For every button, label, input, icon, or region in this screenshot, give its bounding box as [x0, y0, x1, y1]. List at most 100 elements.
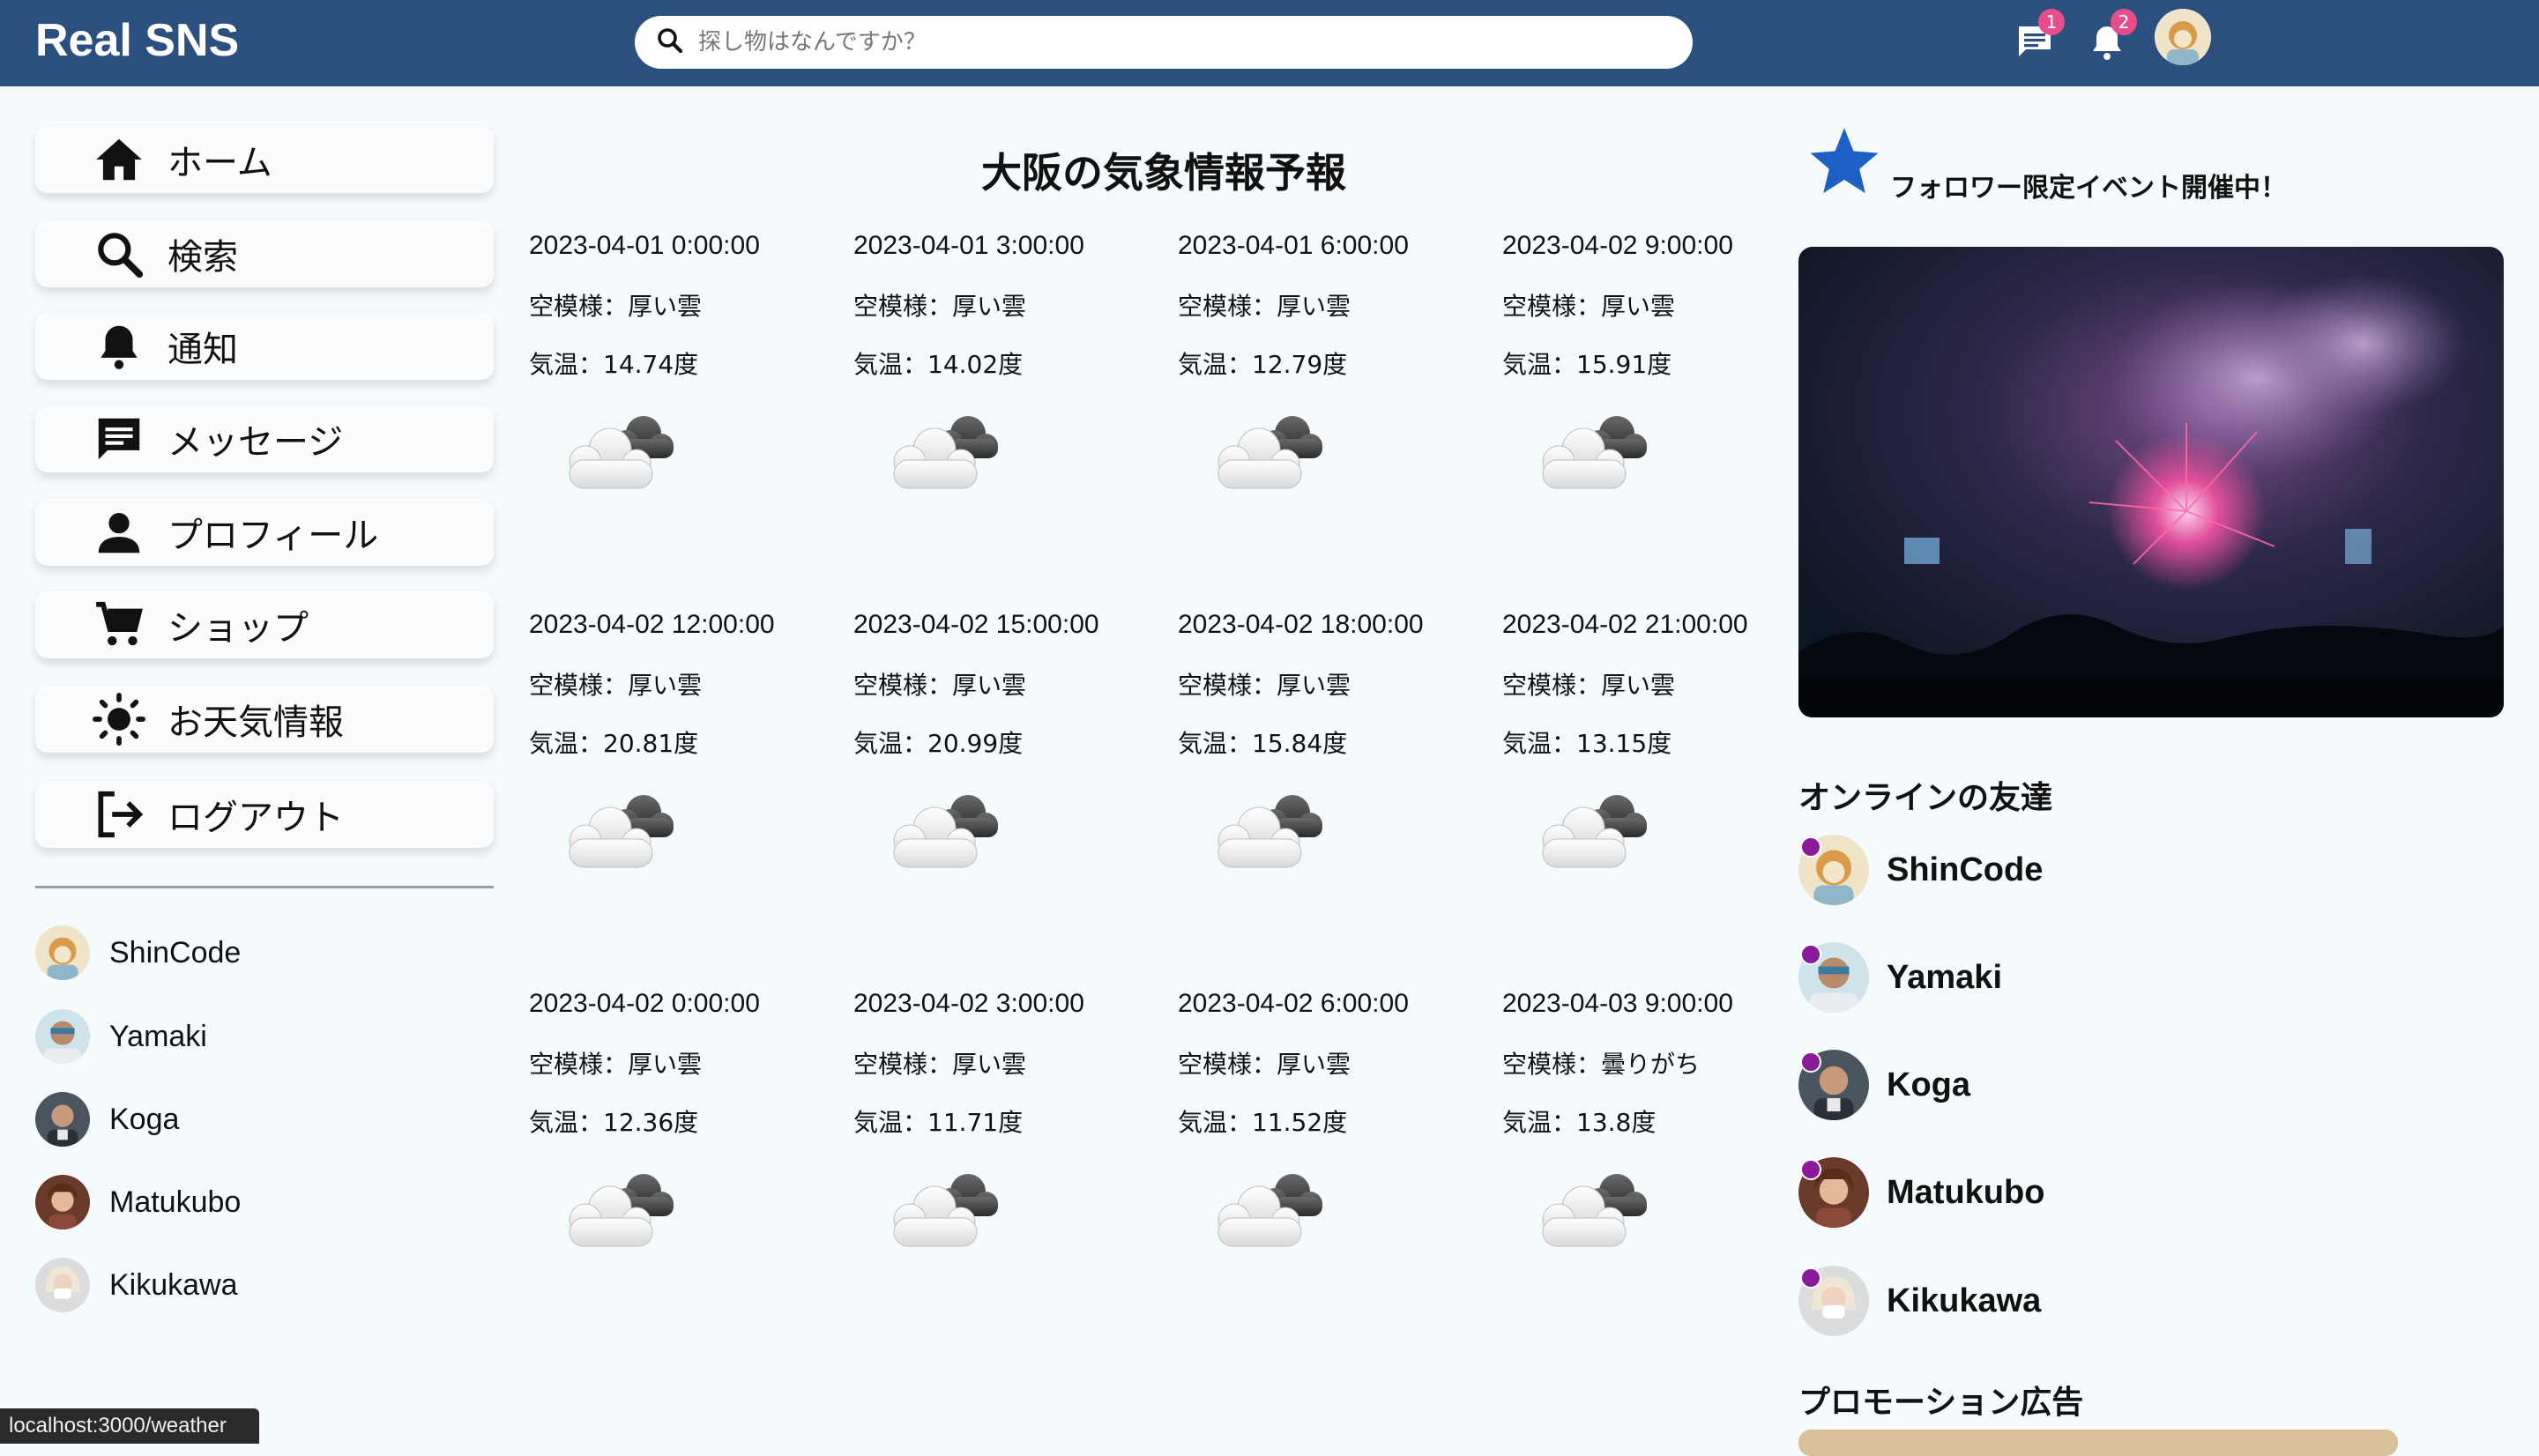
avatar	[35, 1258, 90, 1312]
avatar	[1798, 1157, 1869, 1228]
forecast-condition: 空模様：曇りがち	[1502, 1050, 1701, 1079]
avatar	[1798, 835, 1869, 905]
user-avatar[interactable]	[2155, 9, 2211, 65]
forecast-condition: 空模様：厚い雲	[853, 671, 1027, 700]
event-image[interactable]	[1798, 247, 2504, 717]
weather-card: 2023-04-02 0:00:00 空模様：厚い雲 気温：12.36度	[529, 989, 846, 1341]
weather-card: 2023-04-03 9:00:00 空模様：曇りがち 気温：13.8度	[1502, 989, 1820, 1341]
forecast-temperature: 気温：14.02度	[853, 350, 1024, 379]
cloud-icon	[548, 786, 689, 883]
forecast-temperature: 気温：20.99度	[853, 729, 1024, 758]
forecast-condition: 空模様：厚い雲	[1178, 671, 1351, 700]
forecast-temperature: 気温：11.71度	[853, 1108, 1024, 1137]
sidebar-item-label: プロフィール	[168, 516, 379, 556]
forecast-condition: 空模様：厚い雲	[1178, 1050, 1351, 1079]
forecast-datetime: 2023-04-02 12:00:00	[529, 610, 775, 639]
online-status-dot	[1800, 944, 1821, 965]
cloud-icon	[1522, 786, 1663, 883]
sidebar-item-label: ホーム	[168, 143, 272, 183]
cloud-icon	[548, 407, 689, 504]
forecast-condition: 空模様：厚い雲	[529, 292, 703, 321]
messages-button[interactable]: 1	[2012, 9, 2065, 63]
logout-icon	[90, 785, 148, 843]
cloud-icon	[1197, 1165, 1338, 1262]
avatar	[1798, 1266, 1869, 1336]
friend-item[interactable]: Kikukawa	[35, 1257, 238, 1313]
forecast-datetime: 2023-04-01 3:00:00	[853, 231, 1084, 260]
cloud-icon	[873, 1165, 1014, 1262]
online-friend-item[interactable]: ShinCode	[1798, 835, 2043, 905]
event-text: フォロワー限定イベント開催中！	[1890, 173, 2287, 204]
friend-item[interactable]: Yamaki	[35, 1008, 207, 1065]
weather-card: 2023-04-02 15:00:00 空模様：厚い雲 気温：20.99度	[853, 610, 1171, 962]
weather-card: 2023-04-02 6:00:00 空模様：厚い雲 気温：11.52度	[1178, 989, 1495, 1341]
sidebar-item-notifications[interactable]: 通知	[35, 313, 494, 380]
sidebar-item-shop[interactable]: ショップ	[35, 591, 494, 658]
app-logo[interactable]: Real SNS	[35, 14, 239, 67]
search-bar[interactable]	[635, 16, 1693, 69]
sidebar-divider	[35, 886, 494, 888]
friend-item[interactable]: ShinCode	[35, 925, 241, 981]
star-icon	[1807, 123, 1881, 204]
forecast-temperature: 気温：11.52度	[1178, 1108, 1348, 1137]
cloud-icon	[548, 1165, 689, 1262]
forecast-condition: 空模様：厚い雲	[1178, 292, 1351, 321]
friend-item[interactable]: Matukubo	[35, 1174, 241, 1230]
friend-name: Kikukawa	[109, 1267, 238, 1302]
weather-card: 2023-04-02 18:00:00 空模様：厚い雲 気温：15.84度	[1178, 610, 1495, 962]
search-input[interactable]	[698, 29, 1650, 56]
forecast-condition: 空模様：厚い雲	[529, 671, 703, 700]
sidebar-item-label: 通知	[168, 330, 238, 370]
top-bar: Real SNS 1 2	[0, 0, 2539, 86]
online-friend-name: Yamaki	[1887, 958, 2002, 996]
forecast-datetime: 2023-04-02 9:00:00	[1502, 231, 1733, 260]
forecast-datetime: 2023-04-02 3:00:00	[853, 989, 1084, 1018]
friend-name: Yamaki	[109, 1019, 207, 1053]
cloud-icon	[873, 407, 1014, 504]
notifications-button[interactable]: 2	[2084, 9, 2137, 63]
forecast-datetime: 2023-04-02 21:00:00	[1502, 610, 1748, 639]
forecast-temperature: 気温：15.84度	[1178, 729, 1348, 758]
forecast-condition: 空模様：厚い雲	[853, 1050, 1027, 1079]
sidebar-item-profile[interactable]: プロフィール	[35, 499, 494, 566]
avatar	[1798, 942, 1869, 1013]
forecast-datetime: 2023-04-01 6:00:00	[1178, 231, 1409, 260]
sidebar-item-label: ログアウト	[168, 798, 344, 838]
weather-card: 2023-04-01 6:00:00 空模様：厚い雲 気温：12.79度	[1178, 231, 1495, 583]
avatar	[35, 1009, 90, 1064]
forecast-temperature: 気温：13.8度	[1502, 1108, 1657, 1137]
cart-icon	[90, 596, 148, 654]
chat-icon	[90, 410, 148, 468]
online-friend-item[interactable]: Kikukawa	[1798, 1266, 2041, 1336]
sidebar-item-messages[interactable]: メッセージ	[35, 405, 494, 472]
notification-badge: 2	[2111, 9, 2137, 35]
forecast-temperature: 気温：13.15度	[1502, 729, 1672, 758]
promotion-image[interactable]	[1798, 1430, 2398, 1456]
forecast-datetime: 2023-04-01 0:00:00	[529, 231, 760, 260]
friend-item[interactable]: Koga	[35, 1091, 179, 1148]
forecast-temperature: 気温：15.91度	[1502, 350, 1672, 379]
online-friend-item[interactable]: Koga	[1798, 1050, 1970, 1120]
cloud-icon	[1197, 786, 1338, 883]
cloud-icon	[1522, 1165, 1663, 1262]
online-friend-item[interactable]: Yamaki	[1798, 942, 2002, 1013]
sidebar-item-search[interactable]: 検索	[35, 220, 494, 287]
online-status-dot	[1800, 836, 1821, 858]
weather-card: 2023-04-01 3:00:00 空模様：厚い雲 気温：14.02度	[853, 231, 1171, 583]
weather-card: 2023-04-02 9:00:00 空模様：厚い雲 気温：15.91度	[1502, 231, 1820, 583]
cloud-icon	[873, 786, 1014, 883]
avatar	[35, 1175, 90, 1229]
sidebar-item-label: お天気情報	[168, 702, 344, 743]
sidebar-item-home[interactable]: ホーム	[35, 126, 494, 193]
online-friend-name: Matukubo	[1887, 1173, 2045, 1211]
online-friend-item[interactable]: Matukubo	[1798, 1157, 2044, 1228]
forecast-datetime: 2023-04-02 15:00:00	[853, 610, 1099, 639]
online-friends-title: オンラインの友達	[1798, 780, 2053, 816]
event-banner[interactable]: フォロワー限定イベント開催中！	[1798, 123, 2287, 210]
sidebar-item-logout[interactable]: ログアウト	[35, 781, 494, 848]
forecast-temperature: 気温：12.36度	[529, 1108, 699, 1137]
sun-icon	[90, 690, 148, 748]
cloud-icon	[1522, 407, 1663, 504]
sidebar-item-weather[interactable]: お天気情報	[35, 686, 494, 753]
forecast-condition: 空模様：厚い雲	[529, 1050, 703, 1079]
